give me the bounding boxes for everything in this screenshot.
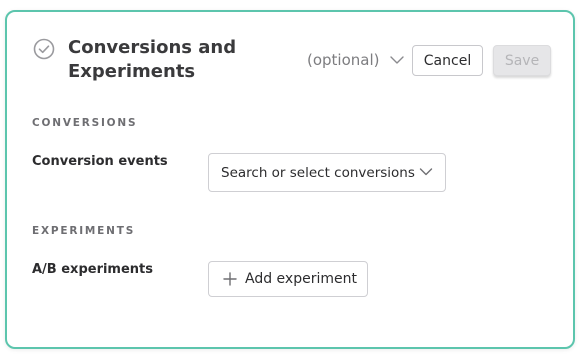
conversions-select-placeholder: Search or select conversions	[221, 165, 415, 181]
save-button[interactable]: Save	[493, 45, 551, 76]
conversions-experiments-card: Conversions and Experiments (optional) C…	[5, 10, 575, 349]
experiments-section-title: EXPERIMENTS	[32, 225, 136, 237]
conversions-section-title: CONVERSIONS	[32, 117, 138, 129]
optional-label: (optional)	[307, 51, 380, 69]
chevron-down-icon	[419, 168, 433, 176]
card-title: Conversions and Experiments	[68, 37, 237, 82]
conversion-events-label: Conversion events	[32, 154, 168, 169]
add-experiment-label: Add experiment	[245, 271, 357, 287]
ab-experiments-label: A/B experiments	[32, 262, 154, 277]
conversions-select[interactable]: Search or select conversions	[208, 153, 446, 192]
chevron-down-icon[interactable]	[389, 54, 405, 66]
add-experiment-button[interactable]: Add experiment	[208, 261, 368, 297]
cancel-button[interactable]: Cancel	[412, 45, 483, 76]
check-circle-icon	[33, 38, 55, 60]
plus-icon	[223, 272, 237, 286]
